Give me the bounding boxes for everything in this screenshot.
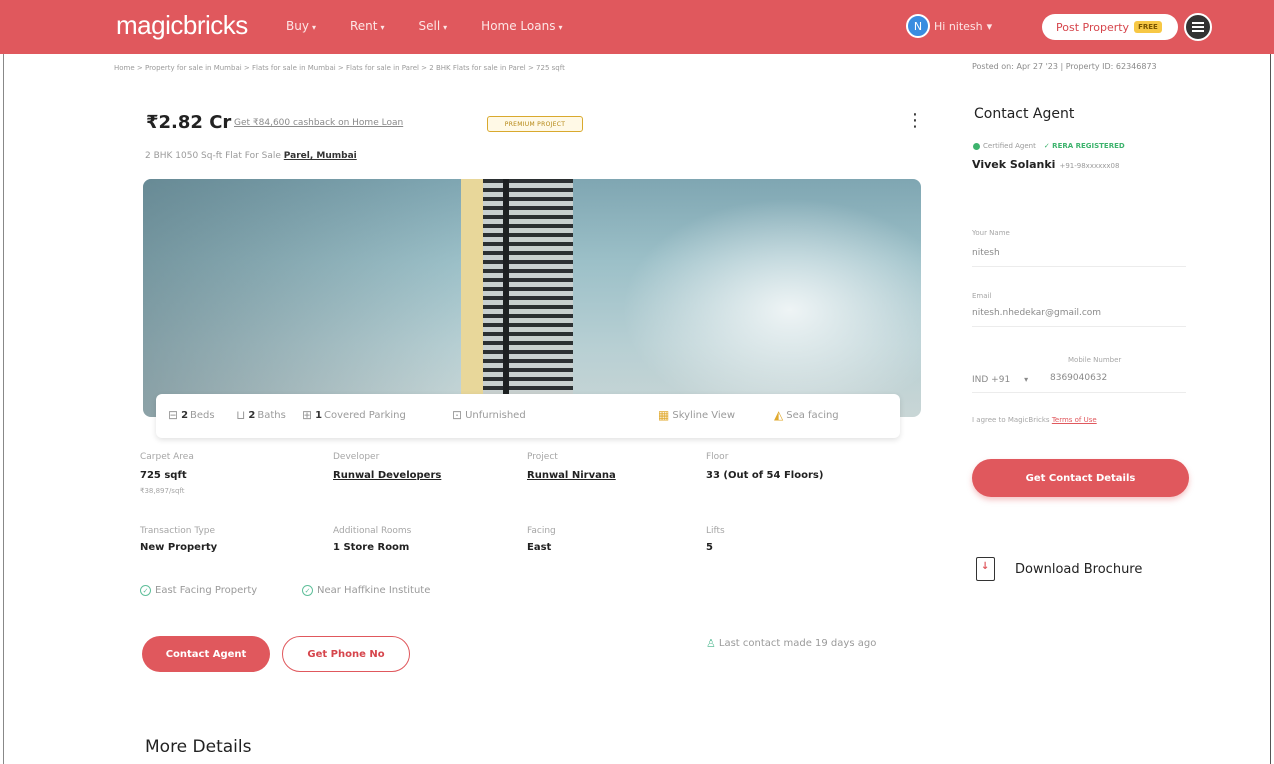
feature-near-institute: ✓ Near Haffkine Institute — [302, 585, 430, 596]
get-phone-button[interactable]: Get Phone No — [282, 636, 410, 672]
carpet-area-value[interactable]: 725 sqft — [140, 470, 187, 481]
avatar: N — [906, 14, 930, 38]
amenity-beds: ⊟ 2 Beds — [168, 408, 215, 422]
mobile-label: Mobile Number — [1068, 356, 1122, 364]
bath-icon: ⊔ — [236, 408, 246, 422]
certified-agent-badge: Certified Agent ✓ RERA REGISTERED — [973, 142, 1125, 150]
floor-label: Floor — [706, 452, 729, 462]
download-brochure-button[interactable]: Download Brochure — [976, 557, 1142, 581]
post-property-button[interactable]: Post Property FREE — [1042, 14, 1178, 40]
nav-sell[interactable]: Sell ▾ — [418, 19, 447, 33]
sofa-icon: ⊡ — [452, 408, 463, 422]
parking-icon: ⊞ — [302, 408, 313, 422]
country-code-select[interactable]: IND +91 ▾ — [972, 375, 1028, 385]
contact-agent-title: Contact Agent — [974, 106, 1075, 122]
check-circle-icon: ✓ — [302, 585, 313, 596]
user-menu[interactable]: N Hi nitesh ▾ — [906, 14, 992, 38]
feature-east-facing: ✓ East Facing Property — [140, 585, 257, 596]
main-nav: Buy ▾ Rent ▾ Sell ▾ Home Loans ▾ — [286, 19, 596, 33]
bed-icon: ⊟ — [168, 408, 179, 422]
amenity-bar: ⊟ 2 Beds ⊔ 2 Baths ⊞ 1 Covered Parking ⊡ Unfurn… — [156, 394, 900, 438]
name-label: Your Name — [972, 229, 1010, 237]
project-label: Project — [527, 452, 558, 462]
nav-home-loans[interactable]: Home Loans ▾ — [481, 19, 562, 33]
price-per-sqft: ₹38,897/sqft — [140, 487, 185, 495]
amenity-furnishing: ⊡ Unfurnished — [452, 408, 526, 422]
hamburger-menu-icon[interactable] — [1184, 13, 1212, 41]
get-contact-details-button[interactable]: Get Contact Details — [972, 459, 1189, 497]
chevron-down-icon: ▾ — [986, 19, 993, 33]
transaction-type-label: Transaction Type — [140, 526, 216, 536]
chevron-down-icon: ▾ — [311, 23, 316, 32]
amenity-skyline-view: ▦ Skyline View — [658, 408, 735, 422]
property-photo[interactable] — [143, 179, 921, 417]
chevron-down-icon: ▾ — [443, 23, 448, 32]
mobile-input[interactable]: 8369040632 — [1050, 373, 1107, 383]
nav-rent[interactable]: Rent ▾ — [350, 19, 385, 33]
email-underline — [972, 326, 1186, 327]
amenity-parking: ⊞ 1 Covered Parking — [302, 408, 406, 422]
additional-rooms-value: 1 Store Room — [333, 542, 410, 553]
lifts-label: Lifts — [706, 526, 725, 536]
name-input[interactable]: nitesh — [972, 248, 1000, 258]
terms-link: Terms of Use — [1051, 416, 1097, 424]
carpet-area-label: Carpet Area — [140, 452, 194, 462]
frame-border-left — [3, 54, 4, 764]
transaction-type-value: New Property — [140, 542, 218, 553]
facing-label: Facing — [527, 526, 556, 536]
amenity-sea-facing: ◭ Sea facing — [774, 408, 839, 422]
user-name: Hi nitesh — [934, 19, 983, 33]
more-details-heading: More Details — [145, 737, 252, 757]
skyline-icon: ▦ — [658, 408, 670, 422]
pdf-download-icon — [976, 557, 995, 581]
agent-phone: +91-98xxxxxx08 — [1059, 162, 1120, 170]
chevron-down-icon: ▾ — [380, 23, 385, 32]
frame-border-right — [1270, 54, 1271, 764]
posted-info: Posted on: Apr 27 '23 | Property ID: 623… — [972, 62, 1157, 71]
chevron-down-icon: ▾ — [1024, 375, 1029, 384]
location-link[interactable]: Parel, Mumbai — [284, 151, 357, 161]
agent-name: Vivek Solanki +91-98xxxxxx08 — [972, 158, 1120, 171]
free-badge: FREE — [1134, 21, 1162, 33]
last-contact-info: ♙ Last contact made 19 days ago — [706, 637, 877, 650]
amenity-baths: ⊔ 2 Baths — [236, 408, 286, 422]
check-circle-icon: ✓ — [140, 585, 151, 596]
email-label: Email — [972, 292, 992, 300]
chevron-down-icon: ▾ — [558, 23, 563, 32]
listing-subtitle: 2 BHK 1050 Sq-ft Flat For Sale Parel, Mu… — [145, 151, 357, 161]
top-header: magicbricks Buy ▾ Rent ▾ Sell ▾ Home Loans ▾… — [0, 0, 1274, 54]
certified-icon — [973, 142, 980, 150]
price: ₹2.82 Cr — [146, 112, 232, 133]
project-link[interactable]: Runwal Nirvana — [527, 470, 616, 481]
cashback-link[interactable]: Get ₹84,600 cashback on Home Loan — [234, 118, 403, 128]
terms-agreement[interactable]: I agree to MagicBricks Terms of Use — [972, 416, 1097, 424]
developer-label: Developer — [333, 452, 380, 462]
mobile-underline — [972, 392, 1186, 393]
lifts-value: 5 — [706, 542, 713, 553]
contact-agent-button[interactable]: Contact Agent — [142, 636, 270, 672]
floor-value: 33 (Out of 54 Floors) — [706, 470, 824, 481]
rera-badge: ✓ RERA REGISTERED — [1043, 142, 1125, 150]
additional-rooms-label: Additional Rooms — [333, 526, 412, 536]
site-logo[interactable]: magicbricks — [116, 10, 248, 41]
person-icon: ♙ — [706, 637, 716, 650]
sea-icon: ◭ — [774, 408, 784, 422]
email-input[interactable]: nitesh.nhedekar@gmail.com — [972, 308, 1101, 318]
breadcrumb[interactable]: Home > Property for sale in Mumbai > Fla… — [114, 64, 565, 72]
facing-value: East — [527, 542, 552, 553]
nav-buy[interactable]: Buy ▾ — [286, 19, 316, 33]
name-underline — [972, 266, 1186, 267]
more-options-icon[interactable]: ⋮ — [906, 110, 924, 131]
premium-project-badge: PREMIUM PROJECT — [487, 116, 583, 132]
developer-link[interactable]: Runwal Developers — [333, 470, 441, 481]
